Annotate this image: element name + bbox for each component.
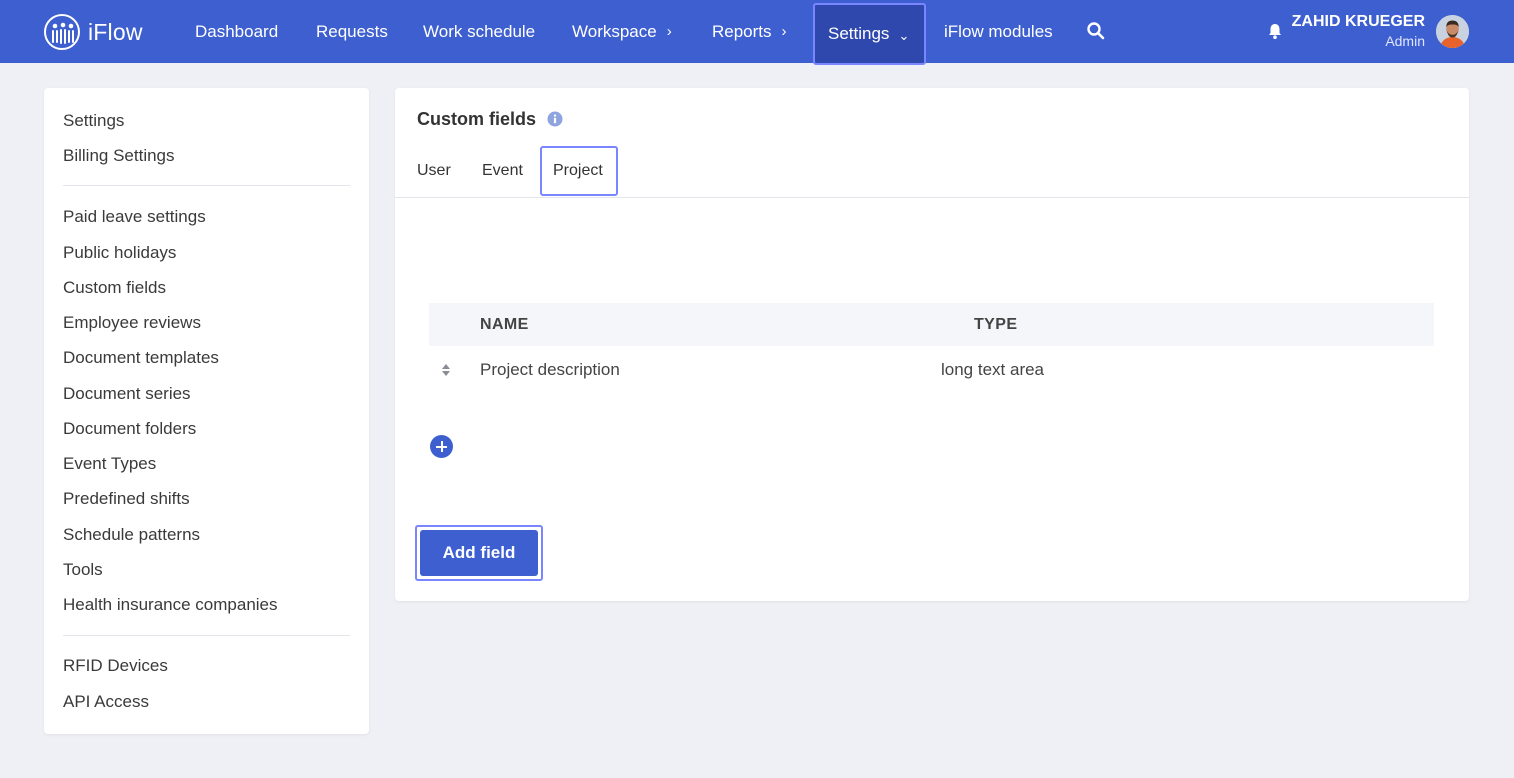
nav-settings[interactable]: Settings ⌄ [813, 3, 926, 65]
custom-fields-card: Custom fields User Event Project NAME TY… [395, 88, 1469, 601]
people-logo-icon [44, 14, 80, 50]
tab-user[interactable]: User [417, 146, 451, 196]
nav-workspace[interactable]: Workspace › [572, 0, 672, 63]
sort-icon[interactable] [440, 362, 452, 378]
add-field-focus-ring: Add field [415, 525, 543, 581]
sidebar-item-api-access[interactable]: API Access [63, 692, 149, 712]
tabs-divider [395, 197, 1469, 198]
page-title: Custom fields [417, 109, 537, 129]
nav-dashboard[interactable]: Dashboard [195, 0, 278, 63]
sidebar-item-employee-reviews[interactable]: Employee reviews [63, 313, 201, 333]
nav-reports[interactable]: Reports › [712, 0, 787, 63]
chevron-down-icon: ⌄ [898, 28, 910, 43]
settings-sidebar: Settings Billing Settings Paid leave set… [44, 88, 369, 734]
field-type-cell: long text area [941, 360, 1045, 379]
sidebar-item-health-insurance-companies[interactable]: Health insurance companies [63, 595, 278, 615]
chevron-right-icon: › [666, 23, 672, 40]
nav-requests-label: Requests [316, 21, 388, 41]
app-name: iFlow [88, 18, 143, 45]
sidebar-item-tools[interactable]: Tools [63, 560, 103, 580]
sidebar-item-custom-fields[interactable]: Custom fields [63, 278, 166, 298]
add-field-button[interactable]: Add field [420, 530, 538, 576]
sidebar-item-settings[interactable]: Settings [63, 111, 124, 131]
nav-reports-label: Reports [712, 21, 772, 41]
column-header-type: TYPE [974, 315, 1018, 333]
bell-icon[interactable] [1266, 22, 1284, 40]
user-role: Admin [1385, 33, 1425, 49]
nav-settings-label: Settings [828, 24, 890, 43]
nav-work-schedule[interactable]: Work schedule [423, 0, 535, 63]
top-navigation-bar: iFlow Dashboard Requests Work schedule W… [0, 0, 1514, 65]
nav-requests[interactable]: Requests [316, 0, 388, 63]
nav-workspace-label: Workspace [572, 21, 657, 41]
sidebar-item-document-templates[interactable]: Document templates [63, 348, 219, 368]
nav-iflow-modules[interactable]: iFlow modules [944, 0, 1053, 63]
avatar[interactable] [1436, 15, 1469, 48]
sidebar-item-predefined-shifts[interactable]: Predefined shifts [63, 489, 190, 509]
nav-iflow-modules-label: iFlow modules [944, 21, 1053, 41]
sidebar-item-schedule-patterns[interactable]: Schedule patterns [63, 525, 200, 545]
chevron-right-icon: › [781, 23, 787, 40]
sidebar-item-event-types[interactable]: Event Types [63, 454, 156, 474]
sidebar-item-document-folders[interactable]: Document folders [63, 419, 196, 439]
sidebar-item-document-series[interactable]: Document series [63, 384, 191, 404]
sidebar-item-rfid-devices[interactable]: RFID Devices [63, 656, 168, 676]
nav-dashboard-label: Dashboard [195, 21, 279, 41]
sidebar-item-paid-leave-settings[interactable]: Paid leave settings [63, 207, 206, 227]
field-name-cell[interactable]: Project description [480, 360, 620, 380]
search-icon[interactable] [1086, 21, 1106, 41]
sidebar-divider [63, 185, 350, 186]
column-header-name: NAME [480, 315, 529, 333]
nav-work-schedule-label: Work schedule [423, 21, 536, 41]
table-header: NAME TYPE [429, 303, 1434, 346]
sidebar-item-billing-settings[interactable]: Billing Settings [63, 146, 175, 166]
app-logo[interactable]: iFlow [44, 13, 143, 51]
user-name[interactable]: ZAHID KRUEGER [1292, 13, 1425, 31]
sidebar-divider [63, 635, 350, 636]
info-icon[interactable] [547, 111, 563, 127]
tab-event[interactable]: Event [482, 146, 523, 196]
plus-circle-icon[interactable] [430, 435, 453, 458]
tab-project[interactable]: Project [540, 146, 618, 196]
sidebar-item-public-holidays[interactable]: Public holidays [63, 243, 176, 263]
